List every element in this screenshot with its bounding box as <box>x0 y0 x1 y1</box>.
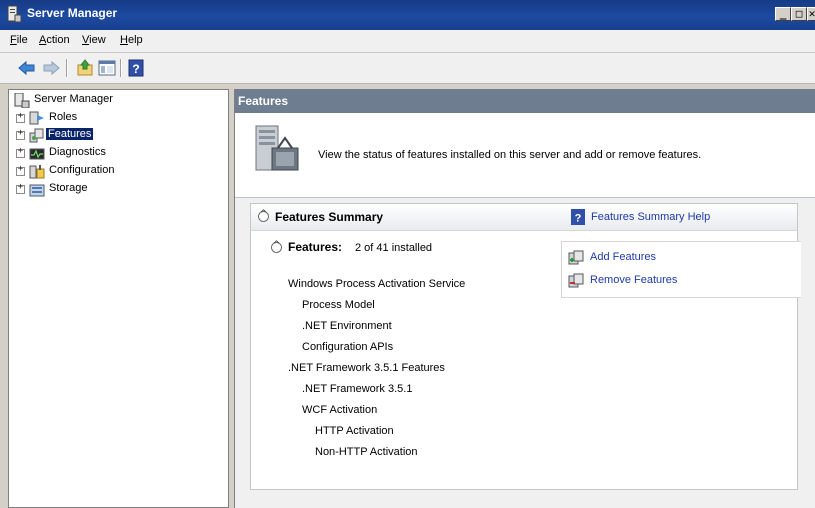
toolbar-separator <box>120 59 122 77</box>
add-features-icon <box>568 250 584 265</box>
collapse-features-button[interactable]: ^ <box>271 240 282 253</box>
tree-item-label: Features <box>46 128 94 140</box>
menu-file-accel: F <box>10 34 17 46</box>
show-hide-console-tree-icon[interactable] <box>98 59 116 77</box>
features-label: Features: <box>288 240 343 254</box>
installed-feature: Non-HTTP Activation <box>315 446 418 458</box>
menu-help-label: elp <box>127 34 143 46</box>
toolbar: ? <box>0 53 815 84</box>
installed-feature: Process Model <box>302 299 375 311</box>
server-manager-icon <box>7 5 22 23</box>
menu-help[interactable]: Help <box>120 34 143 46</box>
console-tree[interactable]: Server Manager + Roles + Features + Diag… <box>8 89 229 508</box>
svg-text:?: ? <box>575 213 582 225</box>
features-summary-panel: ^ Features Summary ? Features Summary He… <box>250 203 801 490</box>
installed-feature: .NET Framework 3.5.1 Features <box>288 362 445 374</box>
features-installed-count: 2 of 41 installed <box>355 242 433 254</box>
features-summary-help-link[interactable]: Features Summary Help <box>591 211 710 223</box>
features-summary-header[interactable]: ^ Features Summary ? Features Summary He… <box>251 204 797 231</box>
remove-features-icon <box>568 273 584 288</box>
maximize-button[interactable]: □ <box>791 7 807 21</box>
server-manager-icon <box>14 93 30 108</box>
svg-text:?: ? <box>132 62 139 76</box>
page-title: Features <box>238 94 289 108</box>
roles-icon <box>29 111 44 125</box>
plus-icon: + <box>17 182 24 192</box>
intro-banner: View the status of features installed on… <box>235 113 815 198</box>
help-icon[interactable]: ? <box>127 59 145 77</box>
expand-toggle[interactable]: + <box>16 146 25 158</box>
expand-toggle[interactable]: + <box>16 182 25 194</box>
maximize-icon: □ <box>795 7 803 20</box>
menu-file-label: ile <box>16 34 28 46</box>
tree-item-label: Roles <box>49 111 78 123</box>
remove-features-link[interactable]: Remove Features <box>590 274 677 286</box>
up-folder-icon[interactable] <box>76 59 94 77</box>
expand-toggle[interactable]: + <box>16 128 25 140</box>
tree-root-label: Server Manager <box>34 93 113 105</box>
features-summary-title: Features Summary <box>275 210 384 224</box>
tree-item-storage[interactable]: + Storage <box>11 181 226 198</box>
forward-arrow-icon[interactable] <box>42 59 60 77</box>
menu-action[interactable]: Action <box>39 34 70 46</box>
plus-icon: + <box>17 128 24 138</box>
plus-icon: + <box>17 146 24 156</box>
intro-text: View the status of features installed on… <box>318 149 702 161</box>
chevron-up-icon: ^ <box>272 240 281 250</box>
details-pane: Features View the status of features ins… <box>234 89 815 508</box>
help-icon: ? <box>571 209 585 225</box>
window-title: Server Manager <box>27 6 118 20</box>
minimize-button[interactable]: _ <box>775 7 791 21</box>
close-icon: ✕ <box>808 7 815 20</box>
menu-action-label: ction <box>46 34 70 46</box>
features-icon <box>29 128 44 143</box>
collapse-summary-button[interactable]: ^ <box>258 209 269 222</box>
title-bar[interactable]: Server Manager _ □ ✕ <box>0 0 815 30</box>
features-actions: Add Features Remove Features <box>561 241 801 298</box>
tree-item-label: Storage <box>49 182 88 194</box>
installed-feature: Windows Process Activation Service <box>288 278 466 290</box>
plus-icon: + <box>17 164 24 174</box>
menu-view-label: iew <box>89 34 106 46</box>
menu-view[interactable]: View <box>82 34 106 46</box>
configuration-icon <box>29 165 45 179</box>
chevron-up-icon: ^ <box>259 209 268 219</box>
tree-item-configuration[interactable]: + Configuration <box>11 163 226 180</box>
plus-icon: + <box>17 111 24 121</box>
installed-feature: Configuration APIs <box>302 341 394 353</box>
close-button[interactable]: ✕ <box>807 7 815 21</box>
menu-bar: File Action View Help <box>0 30 815 53</box>
installed-feature: .NET Framework 3.5.1 <box>302 383 413 395</box>
tree-item-diagnostics[interactable]: + Diagnostics <box>11 145 226 162</box>
installed-feature: WCF Activation <box>302 404 378 416</box>
toolbar-separator <box>66 59 68 77</box>
storage-icon <box>29 184 45 197</box>
expand-toggle[interactable]: + <box>16 164 25 176</box>
tree-item-label: Diagnostics <box>49 146 106 158</box>
add-features-link[interactable]: Add Features <box>590 251 656 263</box>
minimize-icon: _ <box>779 7 787 20</box>
installed-feature: HTTP Activation <box>315 425 394 437</box>
tree-item-features[interactable]: + Features <box>11 127 226 144</box>
installed-feature: .NET Environment <box>302 320 392 332</box>
diagnostics-icon <box>29 148 45 160</box>
tree-item-label: Configuration <box>49 164 115 176</box>
tree-root-server-manager[interactable]: Server Manager <box>11 92 226 109</box>
features-server-icon <box>255 125 299 171</box>
menu-help-accel: H <box>120 34 128 46</box>
pane-header: Features <box>235 89 815 113</box>
tree-item-roles[interactable]: + Roles <box>11 110 226 127</box>
back-arrow-icon[interactable] <box>18 59 36 77</box>
menu-file[interactable]: File <box>10 34 28 46</box>
expand-toggle[interactable]: + <box>16 111 25 123</box>
